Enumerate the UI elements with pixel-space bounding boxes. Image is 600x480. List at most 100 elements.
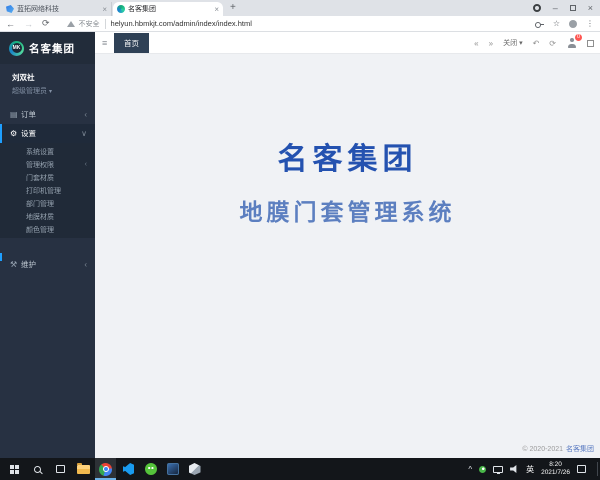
sidebar-user: 刘双社 超级管理员 ▾ [0, 64, 95, 96]
desktop-screen: 蓝拓网络科技 × 名客集团 × + – × ← → ⟳ 不安全 helyun.h… [0, 0, 600, 480]
close-tab-icon[interactable]: × [214, 5, 219, 14]
tab-title: 名客集团 [128, 4, 211, 14]
app-taskbar-button-blue[interactable] [162, 458, 183, 480]
browser-profile-icon[interactable] [533, 4, 541, 12]
site-favicon [117, 5, 125, 13]
ime-indicator[interactable]: 英 [526, 464, 534, 475]
new-tab-button[interactable]: + [230, 2, 236, 13]
sidebar-item-label: 维护 [21, 259, 36, 270]
close-tabs-label: 关闭 [503, 38, 517, 48]
sidebar-item-printer-management[interactable]: 打印机管理 [0, 184, 95, 197]
clock-date: 2021/7/26 [541, 469, 570, 477]
page-subtitle: 地膜门套管理系统 [95, 193, 600, 227]
task-view-button[interactable] [50, 458, 71, 480]
sidebar-item-color-management[interactable]: 颜色管理 [0, 223, 95, 236]
chrome-icon [99, 463, 112, 476]
close-tab-icon[interactable]: × [102, 5, 107, 14]
tabs-scroll-left-icon[interactable]: « [474, 39, 478, 48]
network-display-icon[interactable] [493, 466, 503, 473]
user-role-label: 超级管理员 [12, 88, 47, 95]
sidebar-logo[interactable]: MK 名客集团 [0, 32, 95, 64]
back-icon[interactable]: ← [6, 19, 15, 29]
caret-down-icon: ▾ [519, 39, 523, 47]
chevron-left-icon: ‹ [84, 110, 87, 119]
tab-home[interactable]: 首页 [114, 33, 149, 53]
wechat-icon [145, 463, 157, 475]
minimize-button[interactable]: – [553, 4, 558, 13]
vscode-taskbar-button[interactable] [118, 458, 139, 480]
sidebar-item-label: 设置 [21, 128, 36, 139]
copyright-brand-link[interactable]: 名客集团 [566, 446, 594, 453]
copyright-text: © 2020-2021 [522, 446, 563, 453]
maximize-button[interactable] [570, 5, 576, 11]
sidebar-item-system-settings[interactable]: 系统设置 [0, 145, 95, 158]
windows-taskbar: ^ 英 8:20 2021/7/26 [0, 458, 600, 480]
taskbar-clock[interactable]: 8:20 2021/7/26 [541, 461, 570, 477]
security-label[interactable]: 不安全 [79, 19, 106, 29]
url-text[interactable]: helyun.hbmkjt.com/admin/index/index.html [111, 19, 535, 28]
user-role-dropdown[interactable]: 超级管理员 ▾ [12, 86, 95, 96]
profile-avatar-icon[interactable] [569, 20, 577, 28]
subitem-label: 地膜材质 [26, 212, 54, 222]
action-center-icon[interactable] [577, 465, 586, 473]
notification-badge: 0 [575, 34, 582, 41]
browser-tab-active[interactable]: 名客集团 × [113, 2, 223, 16]
hamburger-menu-icon[interactable]: ≡ [102, 32, 107, 54]
subitem-label: 系统设置 [26, 147, 54, 157]
app-icon-gray [189, 463, 201, 475]
welcome-hero: 名客集团 地膜门套管理系统 [95, 134, 600, 227]
tray-expand-icon[interactable]: ^ [468, 465, 472, 474]
refresh-icon[interactable]: ⟳ [549, 39, 556, 48]
app-taskbar-button-gray[interactable] [184, 458, 205, 480]
subitem-label: 门套材质 [26, 173, 54, 183]
file-explorer-button[interactable] [73, 458, 94, 480]
copyright-footer: © 2020-2021名客集团 [522, 444, 594, 454]
show-desktop-button[interactable] [597, 462, 598, 476]
notification-user-icon[interactable]: 0 [566, 38, 577, 49]
tray-wechat-icon[interactable] [479, 466, 486, 473]
chrome-taskbar-button[interactable] [95, 458, 116, 480]
logo-monogram: MK [12, 43, 22, 53]
sidebar-item-permissions[interactable]: 管理权限‹ [0, 158, 95, 171]
sidebar-item-orders[interactable]: ▤ 订单 ‹ [0, 105, 95, 124]
sidebar-item-department-management[interactable]: 部门管理 [0, 197, 95, 210]
site-favicon [6, 5, 14, 13]
subitem-label: 打印机管理 [26, 186, 61, 196]
chevron-left-icon: ‹ [84, 260, 87, 269]
password-key-icon[interactable] [535, 22, 544, 26]
forward-icon: → [24, 19, 33, 29]
sidebar-item-maintenance[interactable]: ⚒ 维护 ‹ [0, 255, 95, 274]
start-button[interactable] [4, 458, 25, 480]
wechat-taskbar-button[interactable] [140, 458, 161, 480]
sidebar-item-film-material[interactable]: 地膜材质 [0, 210, 95, 223]
sidebar-item-settings[interactable]: ⚙ 设置 ∨ [0, 124, 95, 143]
fullscreen-icon[interactable] [587, 40, 594, 47]
browser-tab-inactive[interactable]: 蓝拓网络科技 × [2, 2, 112, 16]
brand-logo-icon: MK [9, 41, 24, 56]
not-secure-warning-icon [67, 21, 75, 27]
tab-title: 蓝拓网络科技 [17, 4, 99, 14]
caret-down-icon: ▾ [49, 89, 52, 95]
windows-logo-icon [10, 465, 19, 474]
close-window-button[interactable]: × [588, 4, 593, 13]
close-tabs-dropdown[interactable]: 关闭▾ [503, 38, 523, 48]
system-tray: ^ 英 8:20 2021/7/26 [468, 458, 600, 480]
volume-icon[interactable] [510, 465, 519, 474]
browser-menu-icon[interactable]: ⋮ [586, 19, 594, 28]
taskbar-search-button[interactable] [27, 458, 48, 480]
sidebar-item-label: 订单 [21, 109, 36, 120]
sidebar-active-marker [0, 253, 2, 261]
admin-header-actions: « » 关闭▾ ↶ ⟳ 0 [474, 32, 594, 54]
tabs-scroll-right-icon[interactable]: » [489, 39, 493, 48]
bookmark-star-icon[interactable]: ☆ [553, 19, 560, 28]
folder-icon [77, 465, 90, 474]
subitem-label: 颜色管理 [26, 225, 54, 235]
sidebar-item-door-material[interactable]: 门套材质 [0, 171, 95, 184]
settings-submenu: 系统设置 管理权限‹ 门套材质 打印机管理 部门管理 地膜材质 颜色管理 [0, 143, 95, 238]
sidebar-menu: ▤ 订单 ‹ ⚙ 设置 ∨ 系统设置 管理权限‹ 门套材质 打印机管理 部门管理… [0, 105, 95, 274]
gear-icon: ⚙ [10, 129, 21, 138]
address-bar-actions: ☆ ⋮ [535, 19, 594, 28]
page-title: 名客集团 [95, 134, 600, 178]
undo-icon[interactable]: ↶ [533, 39, 540, 48]
reload-icon[interactable]: ⟳ [42, 18, 50, 29]
